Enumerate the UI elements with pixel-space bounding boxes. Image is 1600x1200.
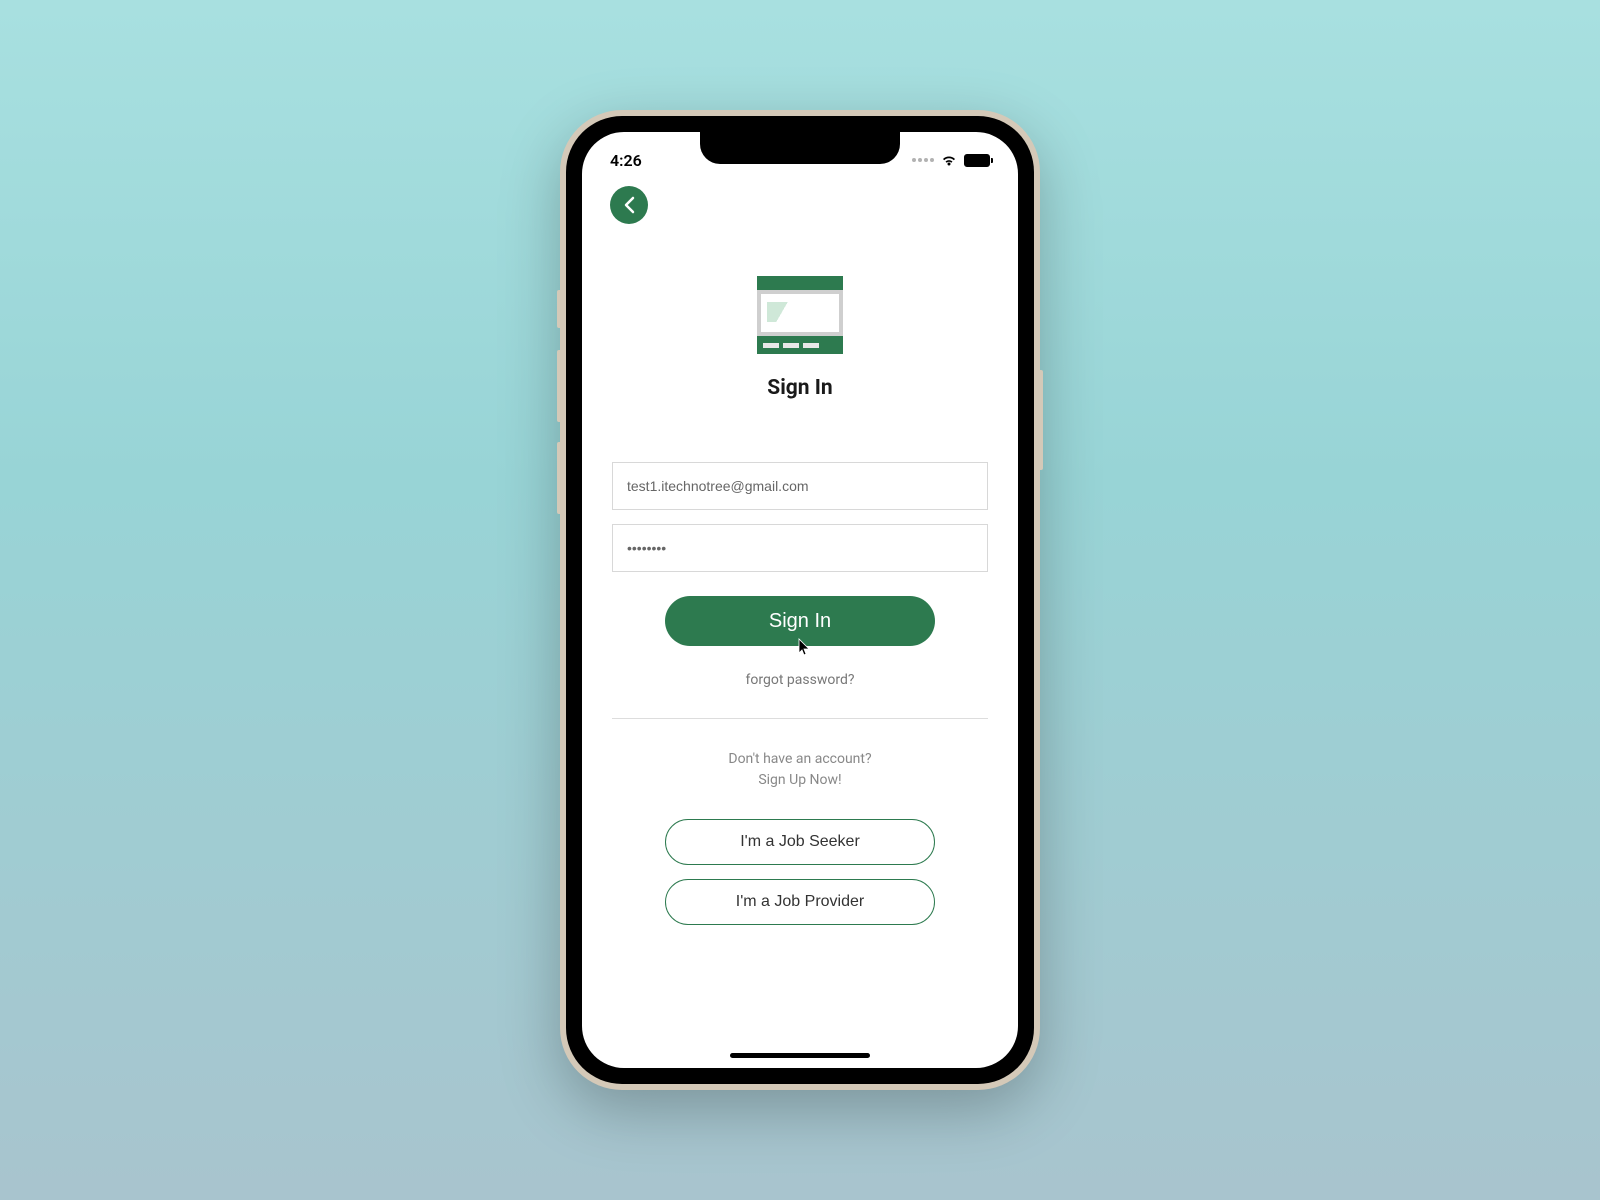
volume-down-button	[557, 442, 561, 514]
phone-device-frame: 4:26	[560, 110, 1040, 1090]
signup-prompt: Don't have an account? Sign Up Now!	[612, 749, 988, 791]
job-seeker-button[interactable]: I'm a Job Seeker	[665, 819, 935, 865]
signin-button-label: Sign In	[769, 610, 831, 632]
notch	[700, 132, 900, 164]
home-indicator[interactable]	[730, 1053, 870, 1058]
phone-screen: 4:26	[582, 132, 1018, 1068]
screen-content: Sign In Sign In forgot password? Do	[582, 180, 1018, 1068]
app-logo	[757, 276, 843, 354]
chevron-left-icon	[623, 196, 635, 214]
back-button[interactable]	[610, 186, 648, 224]
power-button	[1039, 370, 1043, 470]
signin-button[interactable]: Sign In	[665, 596, 935, 646]
volume-up-button	[557, 350, 561, 422]
page-title: Sign In	[767, 376, 832, 400]
logo-section: Sign In	[612, 276, 988, 400]
status-icons	[912, 154, 990, 167]
signin-form: Sign In forgot password?	[612, 462, 988, 688]
signup-prompt-line2: Sign Up Now!	[612, 770, 988, 791]
email-input[interactable]	[612, 462, 988, 510]
cursor-icon	[798, 638, 810, 662]
battery-icon	[964, 154, 990, 167]
phone-bezel: 4:26	[566, 116, 1034, 1084]
volume-mute-switch	[557, 290, 561, 328]
job-provider-button[interactable]: I'm a Job Provider	[665, 879, 935, 925]
cellular-signal-icon	[912, 158, 934, 162]
status-time: 4:26	[610, 151, 642, 170]
password-input[interactable]	[612, 524, 988, 572]
role-buttons: I'm a Job Seeker I'm a Job Provider	[612, 819, 988, 925]
divider	[612, 718, 988, 719]
signup-prompt-line1: Don't have an account?	[612, 749, 988, 770]
forgot-password-link[interactable]: forgot password?	[612, 672, 988, 688]
wifi-icon	[940, 154, 958, 167]
